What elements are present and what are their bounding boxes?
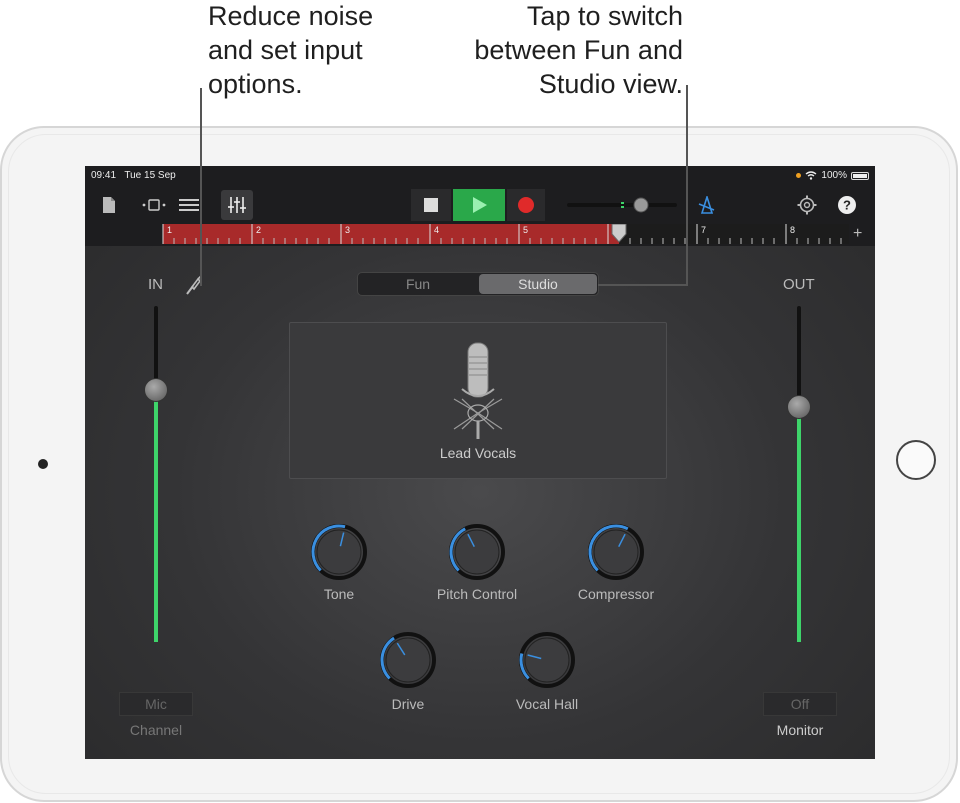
master-volume-slider[interactable]: [567, 194, 677, 216]
browser-button[interactable]: [139, 194, 169, 216]
input-level-slider[interactable]: [144, 378, 168, 402]
record-icon: [518, 197, 534, 213]
callout-leader-line: [200, 88, 202, 286]
callout-view-toggle: Tap to switch between Fun and Studio vie…: [440, 0, 683, 101]
callout-leader-line: [598, 284, 688, 286]
channel-button[interactable]: Mic: [119, 692, 193, 716]
knob-body: [385, 637, 431, 683]
tracks-view-button[interactable]: [177, 194, 201, 216]
callout-line: Tap to switch: [526, 1, 683, 31]
bar-number: 1: [167, 225, 173, 235]
output-level-slider[interactable]: [787, 394, 811, 419]
monitor-button[interactable]: Off: [763, 692, 837, 716]
playhead-icon[interactable]: [611, 224, 627, 244]
my-songs-button[interactable]: [99, 192, 119, 218]
monitor-label: Monitor: [776, 722, 824, 738]
battery-percent: 100%: [821, 170, 847, 181]
bar-number: 7: [701, 225, 707, 235]
help-icon: ?: [838, 196, 856, 214]
tracks-icon: [179, 199, 199, 211]
callout-line: Reduce noise: [208, 1, 374, 31]
callout-line: and set input: [208, 35, 363, 65]
browser-icon: [142, 199, 166, 211]
record-button[interactable]: [507, 189, 545, 221]
vocal-hall-label: Vocal Hall: [515, 696, 579, 712]
settings-button[interactable]: [795, 192, 819, 218]
ruler-ticks: [162, 224, 842, 244]
front-camera: [38, 459, 48, 469]
patch-name: Lead Vocals: [439, 445, 517, 461]
tone-knob[interactable]: [309, 522, 369, 582]
callout-line: options.: [208, 69, 303, 99]
status-bar: 09:41 Tue 15 Sep 100%: [85, 166, 875, 186]
compressor-knob[interactable]: [586, 522, 646, 582]
knob-body: [593, 529, 639, 575]
output-label: OUT: [783, 276, 815, 293]
patch-display[interactable]: Lead Vocals: [289, 322, 667, 479]
play-icon: [473, 197, 487, 213]
drive-label: Drive: [391, 696, 425, 712]
studio-view-tab[interactable]: Studio: [479, 274, 597, 294]
tone-label: Tone: [323, 586, 355, 602]
callout-line: between Fun and: [474, 35, 683, 65]
status-time: 09:41 Tue 15 Sep: [91, 170, 176, 181]
compressor-label: Compressor: [577, 586, 655, 602]
svg-text:?: ?: [843, 198, 851, 213]
output-level-meter: [797, 406, 801, 642]
view-toggle: Fun Studio: [357, 272, 599, 296]
wifi-icon: [805, 171, 817, 180]
sliders-icon: [228, 197, 246, 213]
drive-knob[interactable]: [378, 630, 438, 690]
battery-icon: [851, 171, 869, 180]
stop-icon: [424, 198, 438, 212]
knob-body: [524, 637, 570, 683]
metronome-icon: [698, 196, 715, 214]
status-indicators: 100%: [796, 170, 869, 181]
microphone-icon: [453, 342, 503, 439]
app-screen: 09:41 Tue 15 Sep 100% ? 1 2 3 4 5 7 8 + …: [85, 166, 875, 759]
pitch-control-label: Pitch Control: [436, 586, 518, 602]
input-level-meter: [154, 390, 158, 642]
bar-number: 2: [256, 225, 262, 235]
toolbar: ?: [85, 186, 875, 224]
vocal-hall-knob[interactable]: [517, 630, 577, 690]
play-button[interactable]: [453, 189, 505, 221]
input-label: IN: [148, 276, 163, 293]
knob-body: [316, 529, 362, 575]
bar-number: 5: [523, 225, 529, 235]
bar-number: 4: [434, 225, 440, 235]
help-button[interactable]: ?: [835, 192, 859, 218]
callout-leader-line: [686, 85, 688, 286]
bar-number: 3: [345, 225, 351, 235]
knob-body: [454, 529, 500, 575]
bar-number: 8: [790, 225, 796, 235]
document-icon: [103, 197, 115, 213]
fun-view-tab[interactable]: Fun: [359, 274, 477, 294]
gear-icon: [797, 195, 817, 215]
stop-button[interactable]: [411, 189, 451, 221]
home-button[interactable]: [896, 440, 936, 480]
volume-slider-graphic: [567, 197, 677, 213]
add-section-button[interactable]: +: [853, 225, 862, 243]
callout-line: Studio view.: [538, 69, 683, 99]
timeline-ruler[interactable]: 1 2 3 4 5 6 7 8 +: [85, 224, 875, 246]
channel-label: Channel: [129, 722, 183, 738]
smart-controls-button[interactable]: [221, 190, 253, 220]
metronome-button[interactable]: [695, 192, 719, 218]
callout-input-options: Reduce noise and set input options.: [208, 0, 438, 101]
pitch-control-knob[interactable]: [447, 522, 507, 582]
recording-indicator-dot: [796, 173, 802, 178]
